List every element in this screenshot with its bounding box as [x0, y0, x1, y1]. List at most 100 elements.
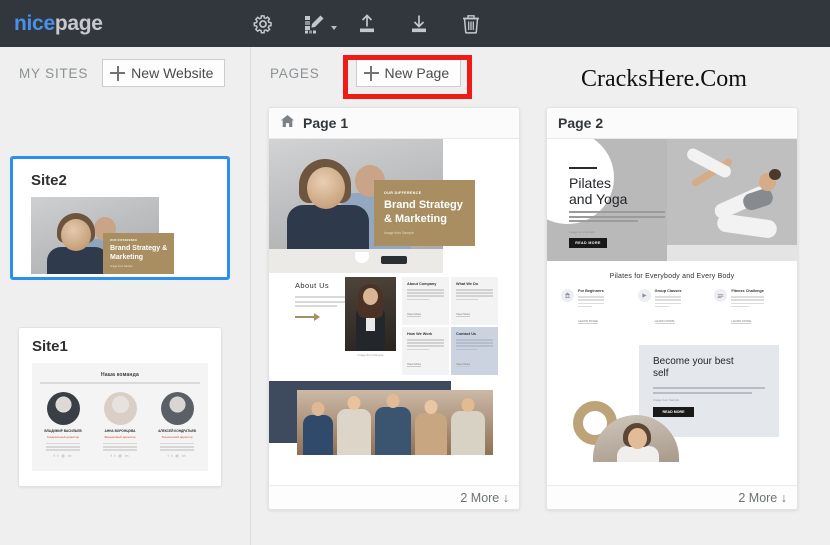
social-icons: f t @ in	[167, 453, 187, 458]
team-photo	[297, 390, 493, 455]
promo-section: Become your best self Image from Sample …	[547, 345, 797, 462]
new-website-button[interactable]: New Website	[102, 59, 226, 87]
home-icon	[280, 114, 295, 133]
page-card-header: Page 1	[269, 108, 519, 139]
team-member-name: АННА ВОРОНЦОВА	[104, 429, 136, 433]
feature-icon	[637, 289, 651, 302]
tile-more: View More	[407, 361, 422, 367]
sites-panel: MY SITES New Website Site2 OUR DIFFERENC…	[0, 47, 250, 545]
feature-item: Group Classes LEARN MORE	[637, 289, 707, 327]
team-member-role: Генеральный директор	[46, 435, 80, 439]
delete-icon[interactable]	[458, 11, 484, 37]
features-section: Pilates for Everybody and Every Body For…	[547, 261, 797, 345]
tile-title: What We Do	[456, 282, 479, 286]
download-icon[interactable]	[406, 11, 432, 37]
toolbar-actions	[250, 0, 484, 47]
page-card-header: Page 2	[547, 108, 797, 139]
feature-more: LEARN MORE	[654, 319, 675, 325]
hero-title-line1: Pilates	[569, 175, 612, 191]
hero-note: Image from Sample	[384, 231, 414, 235]
team-member-role: Финансовый директор	[104, 435, 136, 439]
team-member: АННА ВОРОНЦОВА Финансовый директор f t @…	[100, 392, 140, 458]
promo-read-more-button: READ MORE	[653, 406, 694, 417]
new-page-label: New Page	[384, 65, 450, 81]
hero-read-more-button: READ MORE	[569, 238, 607, 248]
site-thumbnail: Наша команда ВЛАДИМИР ВАСИЛЬЕВ Генеральн…	[32, 363, 208, 471]
app-logo[interactable]: nicepage	[14, 12, 103, 36]
promo-title-line2: self	[653, 368, 669, 379]
more-label: 2 More	[738, 490, 778, 505]
sites-label: MY SITES	[19, 65, 89, 81]
about-photo	[345, 277, 396, 351]
page-preview: Pilates and Yoga Image by Unsplash READ …	[547, 139, 797, 486]
hero-title: Pilates and Yoga	[569, 175, 627, 207]
arrow-right-icon	[295, 313, 320, 322]
hero-section: OUR DIFFERENCE Brand Strategy & Marketin…	[269, 139, 519, 273]
feature-icon	[714, 289, 728, 302]
theme-icon[interactable]	[302, 11, 337, 37]
page-title: Page 1	[303, 115, 349, 131]
site-card-site2[interactable]: Site2 OUR DIFFERENCE Brand Strategy & Ma…	[18, 162, 222, 274]
feature-more: LEARN MORE	[578, 319, 598, 325]
tile-more: View More	[456, 311, 471, 317]
social-icons: f t @ in	[110, 453, 130, 458]
page-more-button[interactable]: 2 More ↓	[547, 485, 797, 509]
tile-title: How We Work	[407, 332, 433, 336]
team-member-name: АЛЕКСЕЙ КОНДРАТЬЕВ	[158, 429, 196, 433]
feature-title: Group Classes	[654, 289, 682, 293]
pages-label: PAGES	[270, 65, 320, 81]
hero-title-line2: and Yoga	[569, 191, 628, 207]
page-card-page1[interactable]: Page 1 OUR DIFFERENCE Brand Strategy & M…	[268, 107, 520, 510]
page-more-button[interactable]: 2 More ↓	[269, 485, 519, 509]
tile: What We Do View More	[451, 277, 498, 325]
hero-kicker: OUR DIFFERENCE	[384, 191, 422, 195]
features-heading: Pilates for Everybody and Every Body	[609, 273, 735, 280]
promo-note: Image from Sample	[653, 397, 680, 402]
site-thumbnail: OUR DIFFERENCE Brand Strategy & Marketin…	[31, 197, 209, 274]
page-title: Page 2	[558, 115, 604, 131]
new-page-button[interactable]: New Page	[355, 59, 462, 87]
tile-highlighted: Contact Us View More	[451, 327, 498, 375]
tiles-grid: About Company View More What We Do View …	[402, 277, 500, 377]
team-member: ВЛАДИМИР ВАСИЛЬЕВ Генеральный директор f…	[43, 392, 83, 458]
hero-title-line2: & Marketing	[384, 212, 447, 225]
upload-icon[interactable]	[354, 11, 380, 37]
social-icons: f t @ in	[53, 453, 73, 458]
page-preview: OUR DIFFERENCE Brand Strategy & Marketin…	[269, 139, 519, 486]
tile-more: View More	[456, 361, 471, 367]
feature-more: LEARN MORE	[731, 319, 752, 325]
team-member-role: Технический директор	[161, 435, 193, 439]
app-root: nicepage MY SITES New Website Site2 OUR …	[0, 0, 830, 545]
arrow-down-icon: ↓	[502, 490, 509, 505]
team-member-name: ВЛАДИМИР ВАСИЛЬЕВ	[44, 429, 82, 433]
tile-more: View More	[407, 311, 422, 317]
sites-header: MY SITES New Website	[0, 47, 250, 99]
overlay-title: Brand Strategy & Marketing	[110, 245, 168, 261]
feature-title: Fitness Challenge	[731, 289, 764, 293]
tile-title: About Company	[407, 282, 437, 286]
tile-title: Contact Us	[456, 332, 477, 336]
site-title: Site2	[31, 172, 67, 189]
settings-icon[interactable]	[250, 11, 276, 37]
thumbnail-heading: Наша команда	[101, 372, 139, 378]
hero-photo	[667, 139, 797, 261]
plus-icon	[363, 65, 379, 81]
new-website-label: New Website	[131, 65, 214, 81]
hero-section: Pilates and Yoga Image by Unsplash READ …	[547, 139, 797, 261]
site-card-site1[interactable]: Site1 Наша команда ВЛАДИМИР ВАСИЛЬЕВ Ген…	[18, 327, 222, 487]
team-photo-section	[269, 377, 519, 462]
overlay-kicker: OUR DIFFERENCE	[110, 239, 138, 242]
overlay-note: Image from Sample	[110, 265, 133, 268]
tile: About Company View More	[402, 277, 449, 325]
feature-icon	[561, 289, 574, 302]
page-card-page2[interactable]: Page 2 Pilates and Yoga Image by Unsplas…	[546, 107, 798, 510]
watermark-text: CracksHere.Com	[581, 66, 747, 92]
arrow-down-icon: ↓	[780, 490, 787, 505]
plus-icon	[110, 65, 126, 81]
hero-text-box: OUR DIFFERENCE Brand Strategy & Marketin…	[374, 180, 475, 246]
tile: How We Work View More	[402, 327, 449, 375]
hero-title-line1: Brand Strategy	[384, 199, 463, 211]
promo-title: Become your best self	[639, 345, 779, 380]
chevron-down-icon	[331, 25, 337, 30]
logo-nice: nice	[14, 11, 55, 35]
